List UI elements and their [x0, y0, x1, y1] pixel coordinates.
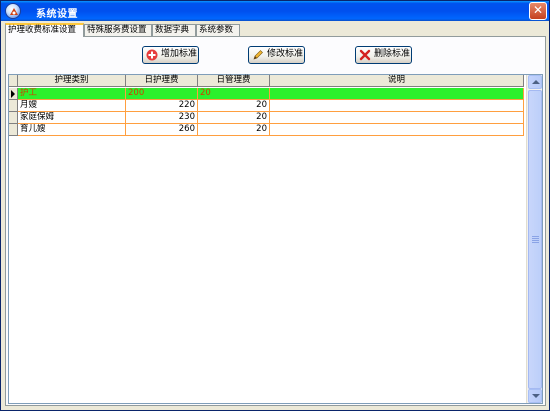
cell-note[interactable]: [270, 88, 524, 100]
cell-category[interactable]: 育儿嫂: [18, 124, 126, 136]
pencil-icon: [253, 50, 263, 60]
cell-mgmt-fee[interactable]: 20: [198, 100, 270, 112]
chevron-up-icon: [532, 80, 540, 84]
row-indicator: [9, 88, 18, 100]
tab-label: 护理收费标准设置: [8, 25, 77, 35]
tab-label: 数据字典: [155, 25, 190, 35]
title-bar[interactable]: 系统设置 ✕: [1, 1, 549, 21]
app-icon: [5, 3, 21, 19]
cell-mgmt-fee[interactable]: 20: [198, 112, 270, 124]
cell-care-fee[interactable]: 260: [126, 124, 198, 136]
tab-system-params[interactable]: 系统参数: [196, 24, 240, 36]
cell-care-fee[interactable]: 230: [126, 112, 198, 124]
current-row-arrow-icon: [11, 90, 15, 98]
close-button[interactable]: ✕: [529, 2, 547, 20]
fee-standard-grid[interactable]: 护理类别 日护理费 日管理费 说明 护工 200 20 月嫂 220 20 家庭…: [8, 74, 543, 404]
add-standard-button[interactable]: 增加标准: [142, 46, 199, 64]
cell-category[interactable]: 家庭保姆: [18, 112, 126, 124]
edit-standard-button[interactable]: 修改标准: [248, 46, 305, 64]
add-standard-label: 增加标准: [161, 49, 198, 59]
delete-icon: [359, 49, 371, 61]
cell-category[interactable]: 护工: [18, 88, 126, 100]
chevron-down-icon: [532, 394, 540, 398]
cell-mgmt-fee[interactable]: 20: [198, 124, 270, 136]
column-header-category[interactable]: 护理类别: [18, 75, 126, 87]
thumb-grip: [532, 238, 539, 239]
vertical-scrollbar[interactable]: [526, 75, 542, 403]
table-row[interactable]: 育儿嫂 260 20: [9, 124, 524, 136]
cell-care-fee[interactable]: 220: [126, 100, 198, 112]
close-icon: ✕: [532, 3, 544, 17]
window-title: 系统设置: [36, 9, 78, 20]
tab-label: 特殊服务费设置: [87, 25, 147, 35]
thumb-grip: [532, 236, 539, 237]
delete-standard-label: 删除标准: [374, 49, 411, 59]
tab-data-dictionary[interactable]: 数据字典: [152, 24, 196, 36]
column-header-care-fee[interactable]: 日护理费: [126, 75, 198, 87]
column-header-mgmt-fee[interactable]: 日管理费: [198, 75, 270, 87]
column-header-note[interactable]: 说明: [270, 75, 524, 87]
thumb-grip: [532, 240, 539, 241]
delete-standard-button[interactable]: 删除标准: [355, 46, 412, 64]
row-indicator-header: [9, 75, 18, 87]
settings-window: 系统设置 ✕ 护理收费标准设置 特殊服务费设置 数据字典 系统参数 增加标准 修…: [0, 0, 550, 411]
cell-category[interactable]: 月嫂: [18, 100, 126, 112]
add-icon: [146, 49, 158, 61]
edit-standard-label: 修改标准: [267, 49, 304, 59]
scroll-up-button[interactable]: [528, 75, 542, 89]
row-indicator: [9, 100, 18, 112]
scroll-down-button[interactable]: [528, 389, 542, 403]
tab-care-fee-standard[interactable]: 护理收费标准设置: [5, 23, 84, 37]
row-indicator: [9, 112, 18, 124]
table-row[interactable]: 家庭保姆 230 20: [9, 112, 524, 124]
row-indicator: [9, 124, 18, 136]
table-row[interactable]: 月嫂 220 20: [9, 100, 524, 112]
thumb-grip: [532, 242, 539, 243]
cell-care-fee[interactable]: 200: [126, 88, 198, 100]
cell-note[interactable]: [270, 124, 524, 136]
tab-special-service-fee[interactable]: 特殊服务费设置: [84, 24, 152, 36]
cell-mgmt-fee[interactable]: 20: [198, 88, 270, 100]
grid-header: 护理类别 日护理费 日管理费 说明: [9, 75, 524, 87]
tab-label: 系统参数: [199, 25, 234, 35]
cell-note[interactable]: [270, 100, 524, 112]
scroll-thumb[interactable]: [528, 90, 542, 389]
table-row[interactable]: 护工 200 20: [9, 88, 524, 100]
cell-note[interactable]: [270, 112, 524, 124]
